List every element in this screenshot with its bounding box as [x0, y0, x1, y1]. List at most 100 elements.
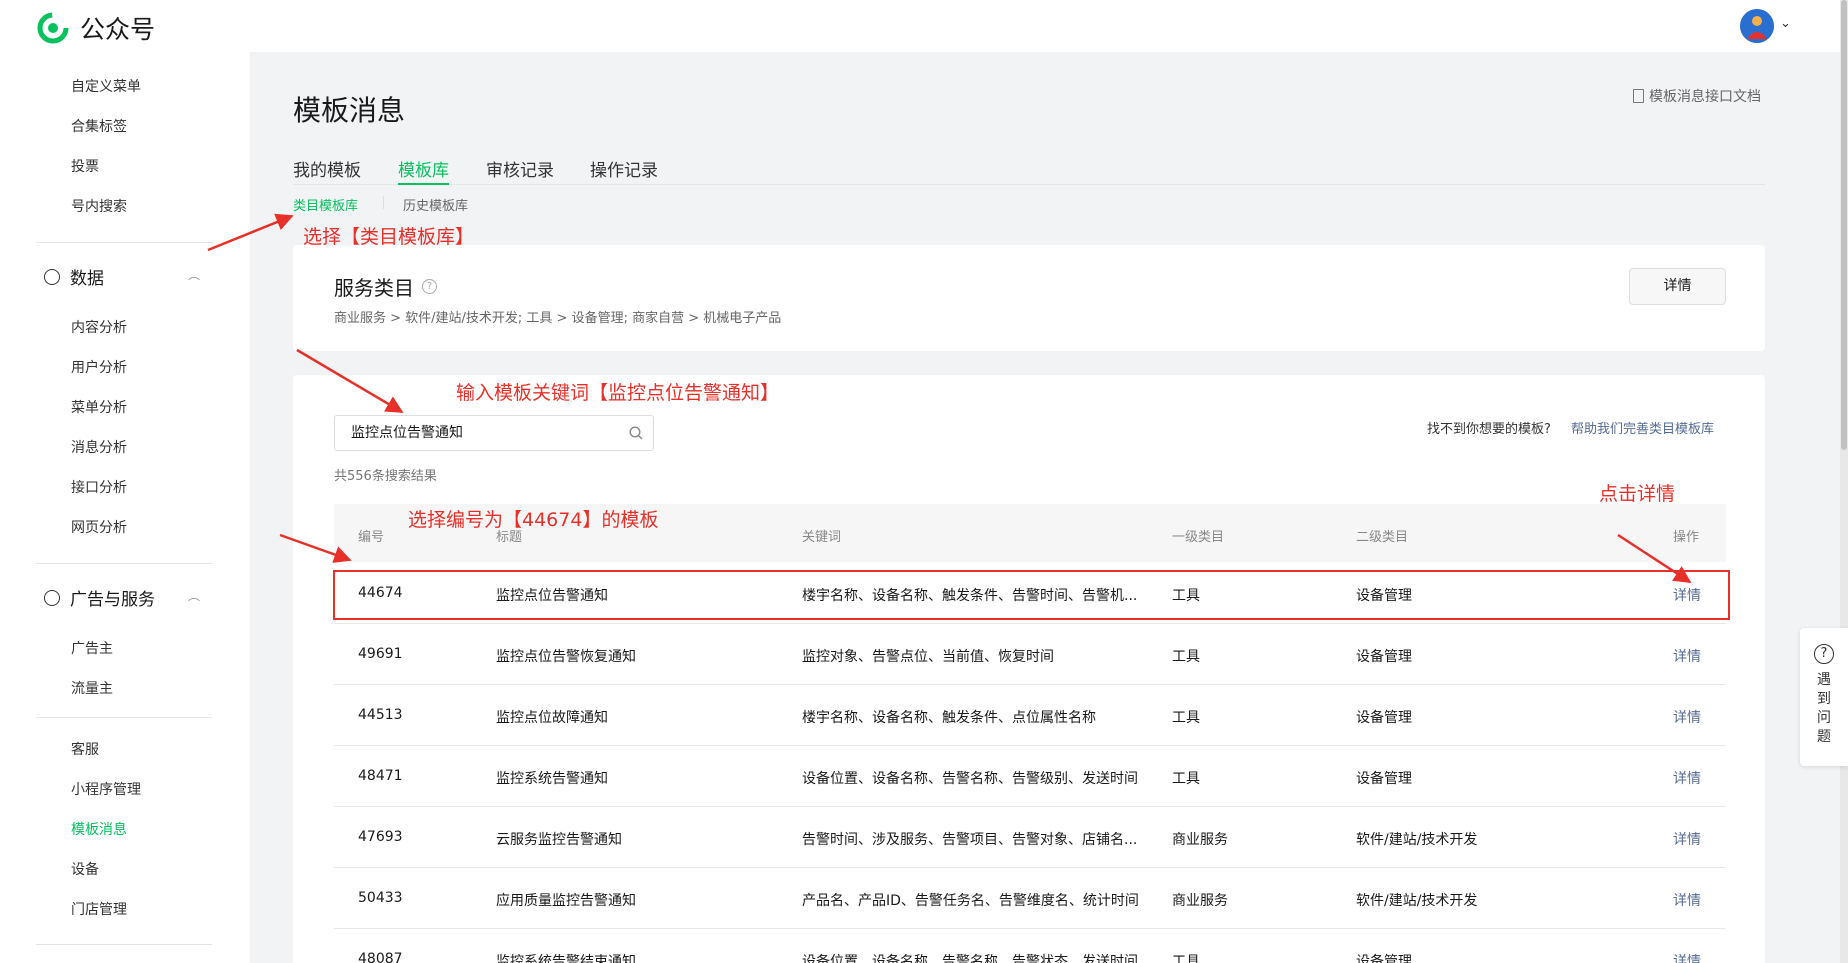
table-row[interactable]: 48087 监控系统告警结束通知 设备位置、设备名称、告警名称、告警状态、发送时… [334, 929, 1726, 963]
sidebar-item-api-analysis[interactable]: 接口分析 [71, 477, 127, 497]
detail-link[interactable]: 详情 [1673, 829, 1701, 849]
service-detail-button[interactable]: 详情 [1629, 268, 1726, 305]
sidebar-divider [36, 242, 212, 243]
table-row[interactable]: 44513 监控点位故障通知 楼宇名称、设备名称、触发条件、点位属性名称 工具 … [334, 685, 1726, 746]
sidebar-item-message-analysis[interactable]: 消息分析 [71, 437, 127, 457]
cell-title: 监控点位告警恢复通知 [496, 649, 636, 665]
detail-link[interactable]: 详情 [1673, 890, 1701, 910]
cell-category2: 软件/建站/技术开发 [1356, 832, 1478, 848]
result-count: 共556条搜索结果 [334, 469, 437, 484]
sidebar-item-customer-service[interactable]: 客服 [71, 739, 99, 759]
table-row[interactable]: 49691 监控点位告警恢复通知 监控对象、告警点位、当前值、恢复时间 工具 设… [334, 624, 1726, 685]
sidebar-item-web-analysis[interactable]: 网页分析 [71, 517, 127, 537]
cell-category2: 设备管理 [1356, 649, 1412, 665]
service-category-label: 服务类目 [334, 276, 414, 300]
sidebar-section-data[interactable]: 数据 [44, 264, 104, 289]
cell-id: 49691 [358, 646, 403, 662]
document-icon [1633, 89, 1644, 103]
top-bar: 公众号 ⌄ [0, 0, 1848, 52]
cell-title: 监控系统告警通知 [496, 771, 608, 787]
question-icon[interactable]: ? [422, 279, 437, 294]
subtab-category-library[interactable]: 类目模板库 [293, 195, 358, 214]
sidebar-item-advertiser[interactable]: 广告主 [71, 638, 113, 658]
cell-category2: 软件/建站/技术开发 [1356, 893, 1478, 909]
table-row[interactable]: 50433 应用质量监控告警通知 产品名、产品ID、告警任务名、告警维度名、统计… [334, 868, 1726, 929]
app-name: 公众号 [80, 15, 156, 44]
help-float-button[interactable]: ? 遇到问题 [1800, 628, 1848, 766]
cell-keywords: 设备位置、设备名称、告警名称、告警级别、发送时间 [802, 771, 1138, 787]
sidebar-item-template-message[interactable]: 模板消息 [71, 819, 127, 839]
detail-link[interactable]: 详情 [1673, 707, 1701, 727]
detail-link[interactable]: 详情 [1673, 951, 1701, 963]
detail-link[interactable]: 详情 [1673, 646, 1701, 666]
sidebar-item-custom-menu[interactable]: 自定义菜单 [71, 76, 141, 96]
cell-category1: 工具 [1172, 771, 1200, 787]
cell-category2: 设备管理 [1356, 771, 1412, 787]
sidebar-item-vote[interactable]: 投票 [71, 156, 99, 176]
search-icon[interactable] [629, 426, 643, 440]
table-row[interactable]: 48471 监控系统告警通知 设备位置、设备名称、告警名称、告警级别、发送时间 … [334, 746, 1726, 807]
chevron-down-icon[interactable]: ⌄ [1780, 16, 1791, 31]
cell-category1: 商业服务 [1172, 832, 1228, 848]
doc-link-label: 模板消息接口文档 [1649, 89, 1761, 105]
annotation-enter-keyword: 输入模板关键词【监控点位告警通知】 [456, 382, 780, 404]
cell-title: 监控系统告警结束通知 [496, 954, 636, 963]
cell-category1: 工具 [1172, 954, 1200, 963]
tab-my-templates[interactable]: 我的模板 [293, 156, 361, 185]
search-input[interactable]: 监控点位告警通知 [334, 415, 654, 451]
sidebar-item-device[interactable]: 设备 [71, 859, 99, 879]
cell-category1: 商业服务 [1172, 893, 1228, 909]
cell-title: 应用质量监控告警通知 [496, 893, 636, 909]
sidebar-item-menu-analysis[interactable]: 菜单分析 [71, 397, 127, 417]
tab-bar: 我的模板 模板库 审核记录 操作记录 [293, 156, 1765, 185]
sidebar-item-collection-tags[interactable]: 合集标签 [71, 116, 127, 136]
tab-review-records[interactable]: 审核记录 [486, 156, 554, 185]
avatar[interactable] [1740, 9, 1774, 43]
chevron-up-icon[interactable]: ︵ [188, 587, 200, 604]
tab-template-library[interactable]: 模板库 [398, 156, 449, 185]
sidebar-section-label: 广告与服务 [70, 590, 155, 610]
subtab-divider [383, 196, 384, 209]
annotation-select-template: 选择编号为【44674】的模板 [408, 509, 659, 531]
scrollbar-thumb[interactable] [1841, 0, 1847, 450]
sidebar-section-label: 数据 [70, 269, 104, 289]
clock-icon [44, 268, 60, 285]
table-row[interactable]: 47693 云服务监控告警通知 告警时间、涉及服务、告警项目、告警对象、店铺名.… [334, 807, 1726, 868]
wechat-mp-logo-icon [37, 12, 69, 44]
sidebar-item-user-analysis[interactable]: 用户分析 [71, 357, 127, 377]
service-category-card [293, 245, 1765, 351]
cell-category2: 设备管理 [1356, 954, 1412, 963]
column-header-action: 操作 [1673, 530, 1700, 545]
chevron-up-icon[interactable]: ︵ [188, 266, 200, 283]
sidebar-divider [36, 944, 212, 945]
column-header-category1: 一级类目 [1172, 530, 1225, 545]
cell-keywords: 楼宇名称、设备名称、触发条件、点位属性名称 [802, 710, 1096, 726]
sidebar-item-content-analysis[interactable]: 内容分析 [71, 317, 127, 337]
sidebar: 自定义菜单 合集标签 投票 号内搜索 数据 ︵ 内容分析 用户分析 菜单分析 消… [0, 52, 250, 963]
tab-operation-records[interactable]: 操作记录 [590, 156, 658, 185]
page-title: 模板消息 [293, 94, 406, 127]
sidebar-item-store[interactable]: 门店管理 [71, 899, 127, 919]
cell-category2: 设备管理 [1356, 710, 1412, 726]
sidebar-section-ads[interactable]: 广告与服务 [44, 585, 155, 610]
sidebar-divider [36, 563, 212, 564]
logo[interactable]: 公众号 [36, 10, 155, 46]
service-category-path: 商业服务 > 软件/建站/技术开发; 工具 > 设备管理; 商家自营 > 机械电… [334, 311, 782, 326]
cell-id: 44513 [358, 707, 403, 723]
subtab-history-library[interactable]: 历史模板库 [403, 195, 468, 214]
question-icon: ? [1814, 644, 1834, 664]
cell-keywords: 监控对象、告警点位、当前值、恢复时间 [802, 649, 1054, 665]
sidebar-divider [36, 717, 212, 718]
sidebar-item-miniprogram[interactable]: 小程序管理 [71, 779, 141, 799]
cell-keywords: 告警时间、涉及服务、告警项目、告警对象、店铺名... [802, 832, 1138, 848]
column-header-keywords: 关键词 [802, 530, 842, 545]
sidebar-item-publisher[interactable]: 流量主 [71, 678, 113, 698]
annotation-click-detail: 点击详情 [1599, 483, 1676, 505]
cell-id: 48087 [358, 951, 403, 963]
column-header-category2: 二级类目 [1356, 530, 1409, 545]
doc-link[interactable]: 模板消息接口文档 [1633, 86, 1761, 106]
sidebar-item-search[interactable]: 号内搜索 [71, 196, 127, 216]
annotation-highlight-box [333, 570, 1730, 620]
help-improve-link[interactable]: 帮助我们完善类目模板库 [1571, 418, 1714, 437]
detail-link[interactable]: 详情 [1673, 768, 1701, 788]
